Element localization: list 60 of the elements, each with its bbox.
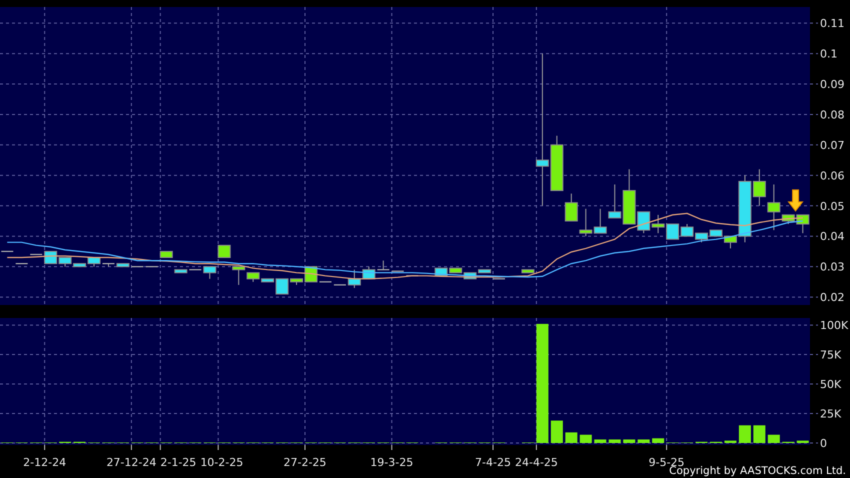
volume-bar xyxy=(580,434,592,443)
candlestick xyxy=(564,193,578,222)
volume-bar xyxy=(623,439,636,443)
date-axis-label: 2-1-25 xyxy=(160,456,196,469)
date-axis-label: 7-4-25 xyxy=(475,456,511,469)
price-axis-label: 0.04 xyxy=(820,230,844,244)
date-axis-label: 2-12-24 xyxy=(23,456,66,469)
candlestick xyxy=(594,208,607,234)
candlestick xyxy=(1,250,14,252)
candlestick xyxy=(392,270,404,272)
date-axis-label: 24-4-25 xyxy=(514,456,558,469)
candlestick xyxy=(652,214,665,234)
price-axis-label: 0.05 xyxy=(820,200,844,213)
volume-bar xyxy=(796,440,809,443)
candlestick xyxy=(146,266,158,268)
volume-axis-label: 75K xyxy=(820,348,842,362)
candlestick xyxy=(16,263,28,264)
candlestick xyxy=(218,244,231,258)
candlestick xyxy=(131,266,144,268)
volume-axis-label: 50K xyxy=(820,378,842,392)
candlestick xyxy=(334,284,346,286)
candlestick xyxy=(521,269,534,274)
volume-bar xyxy=(550,420,563,443)
candlestick xyxy=(319,281,332,282)
price-axis-label: 0.03 xyxy=(820,260,844,274)
candlestick xyxy=(695,232,708,243)
date-axis-label: 10-2-25 xyxy=(200,456,244,469)
candlestick xyxy=(189,269,202,270)
price-axis-label: 0.06 xyxy=(820,169,844,182)
volume-axis-label: 0 xyxy=(820,437,827,450)
price-axis-label: 0.1 xyxy=(820,48,838,61)
volume-bar xyxy=(652,438,664,443)
date-axis-label: 27-2-25 xyxy=(284,456,326,469)
candlestick xyxy=(493,278,506,280)
volume-axis-label: 25K xyxy=(820,408,842,421)
price-axis-label: 0.11 xyxy=(820,17,844,30)
candlestick xyxy=(680,224,694,237)
copyright-text: Copyright by AASTOCKS.com Ltd. xyxy=(669,465,846,477)
candlestick xyxy=(666,224,680,240)
volume-bar xyxy=(768,434,780,443)
candlestick xyxy=(579,208,592,237)
volume-bar xyxy=(638,439,650,443)
price-axis-label: 0.08 xyxy=(820,108,844,122)
candlestick xyxy=(377,260,390,270)
volume-bar xyxy=(608,439,621,443)
date-axis-label: 27-12-24 xyxy=(106,456,156,469)
candlestick xyxy=(116,263,130,268)
candlestick xyxy=(203,266,216,280)
candlestick xyxy=(44,250,58,264)
candlestick xyxy=(174,269,188,274)
candlestick xyxy=(30,254,42,256)
volume-bar xyxy=(724,440,736,443)
price-axis-label: 0.07 xyxy=(820,138,844,152)
candlestick xyxy=(160,250,173,258)
price-axis-label: 0.02 xyxy=(820,291,844,304)
date-axis-label: 19-3-25 xyxy=(370,456,414,469)
volume-bar xyxy=(594,439,606,443)
volume-axis-label: 100K xyxy=(820,319,848,332)
down-arrow-icon xyxy=(788,189,804,212)
price-axis-label: 0.09 xyxy=(820,78,844,91)
